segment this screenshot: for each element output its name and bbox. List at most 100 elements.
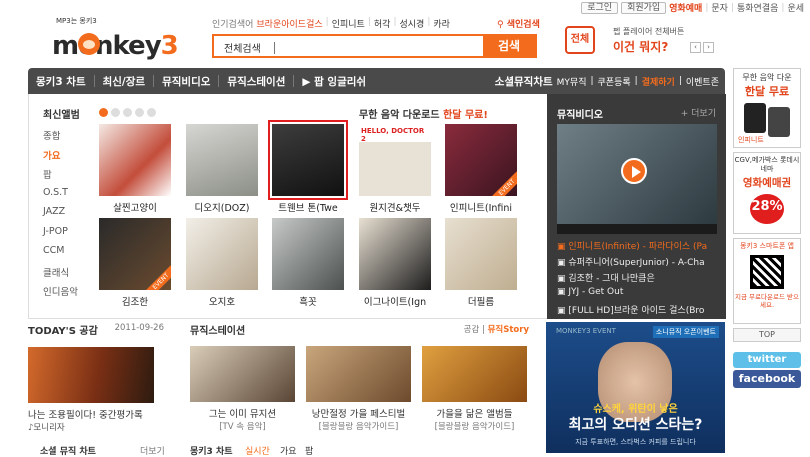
mv-list-item[interactable]: ▣ [FULL HD]브라운 아이드 걸스(Bro <box>557 303 722 319</box>
movie-ticket-ad[interactable]: CGV,메가박스 롯데시네마 영화예매권 28% <box>733 152 801 234</box>
trending-item[interactable]: 카라 <box>433 17 450 30</box>
qr-code-icon <box>750 255 784 289</box>
site-logo[interactable]: MP3는 몽키3 monkey3 <box>52 13 179 61</box>
coupon-link[interactable]: 쿠폰등록 <box>598 75 631 88</box>
event-link[interactable]: 이벤트존 <box>686 75 719 88</box>
search-input[interactable] <box>274 42 275 54</box>
album-item[interactable]: 오지호 <box>186 218 258 308</box>
fortune-link[interactable]: 운세 <box>787 1 804 14</box>
mv-title: 뮤직비디오 <box>557 110 603 121</box>
tab-empathy[interactable]: 공감 <box>464 325 480 335</box>
prev-arrow-icon[interactable]: ‹ <box>690 42 701 53</box>
genre-item[interactable]: 인디음악 <box>43 284 93 304</box>
twitter-button[interactable]: twitter <box>733 352 801 368</box>
genre-item[interactable]: 클래식 <box>43 265 93 285</box>
nav-chart[interactable]: 몽키3 차트 <box>28 74 94 89</box>
promo-line2: 이건 뭐지? <box>613 40 669 54</box>
chart-tab-pop[interactable]: 팝 <box>305 444 313 457</box>
music-station-section: 뮤직스테이션 공감 | 뮤직Story 그는 이미 뮤지션 [TV 속 음악] 낭… <box>190 322 535 432</box>
genre-item[interactable]: 종합 <box>43 128 93 148</box>
search-button[interactable]: 검색 <box>483 36 535 56</box>
logo-tagline: MP3는 몽키3 <box>56 17 97 25</box>
nav-right: 소셜뮤직차트 MY뮤직 | 쿠폰등록 | 결제하기 | 이벤트존 <box>494 74 719 89</box>
trending-item[interactable]: 성시경 <box>399 17 424 30</box>
nav-pop-english[interactable]: ▶ 팝 잉글리쉬 <box>294 74 374 89</box>
nav-musicstation[interactable]: 뮤직스테이션 <box>219 74 293 89</box>
free-month-ad[interactable]: 무한 음악 다운 한달 무료 인피니트 <box>733 68 801 148</box>
login-button[interactable]: 로그인 <box>581 1 619 14</box>
social-chart-link[interactable]: 소셜뮤직차트 <box>495 74 553 89</box>
chart-tab-realtime[interactable]: 실시간 <box>245 444 270 457</box>
discount-badge: 28% <box>750 194 784 224</box>
player-promo[interactable]: 전체 펩 플레이어 전체버튼 이건 뭐지? ‹ › <box>565 26 715 56</box>
my-music-link[interactable]: MY뮤직 <box>557 75 587 88</box>
album-item[interactable]: 트웬브 톤(Twe <box>268 120 348 214</box>
album-item[interactable]: 더필름 <box>445 218 517 308</box>
page-dot[interactable] <box>147 108 156 117</box>
album-item[interactable]: 디오지(DOZ) <box>186 124 258 214</box>
mv-more-link[interactable]: + 더보기 <box>681 106 716 119</box>
sms-link[interactable]: 문자 <box>711 1 728 14</box>
album-item[interactable]: 이그나이트(Ign <box>359 218 431 308</box>
section-title: 최신앨범 <box>43 110 80 121</box>
next-arrow-icon[interactable]: › <box>703 42 714 53</box>
facebook-button[interactable]: facebook <box>733 370 801 388</box>
genre-list: 최신앨범 종합 가요 팝 O.S.T JAZZ J-POP CCM 클래식 인디… <box>43 106 93 304</box>
nav-musicvideo[interactable]: 뮤직비디오 <box>154 74 218 89</box>
album-item[interactable]: 살찐고양이 <box>99 124 171 214</box>
payment-link[interactable]: 결제하기 <box>642 75 675 88</box>
mv-list-item[interactable]: ▣ JYJ - Get Out <box>557 287 722 303</box>
top-button[interactable]: TOP <box>733 328 801 342</box>
search-scope-select[interactable]: 전체검색 <box>224 40 261 55</box>
genre-item[interactable]: CCM <box>43 245 93 265</box>
video-player[interactable] <box>557 124 717 224</box>
ms-item[interactable]: 그는 이미 뮤지션 [TV 속 음악] <box>190 346 295 432</box>
genre-item[interactable]: JAZZ <box>43 206 93 226</box>
smartphone-app-ad[interactable]: 몽키3 스마트폰 앱 지금 무료다운로드 받으세요. <box>733 238 801 324</box>
latest-albums-section: 최신앨범 종합 가요 팝 O.S.T JAZZ J-POP CCM 클래식 인디… <box>28 94 726 319</box>
monkey-face-icon <box>78 33 100 55</box>
play-icon[interactable] <box>621 158 647 184</box>
main-nav: 몽키3 차트 최신/장르 뮤직비디오 뮤직스테이션 ▶ 팝 잉글리쉬 소셜뮤직차… <box>28 68 725 94</box>
genre-item[interactable]: J-POP <box>43 226 93 246</box>
trending-item[interactable]: 허각 <box>374 17 391 30</box>
join-button[interactable]: 회원가입 <box>621 1 667 14</box>
album-item[interactable]: HELLO, DOCTOR 2 원지견&챗두 <box>359 124 431 214</box>
today-date: 2011-09-26 <box>114 323 164 333</box>
tab-story[interactable]: 뮤직Story <box>488 325 529 335</box>
phone-image <box>744 103 766 133</box>
mv-list-item[interactable]: ▣ 인피니트(Infinite) - 파라다이스 (Pa <box>557 239 722 255</box>
trending-item[interactable]: 브라운아이드걸스 <box>256 17 322 30</box>
album-item[interactable]: EVENT 김조한 <box>99 218 171 308</box>
page-dot[interactable] <box>123 108 132 117</box>
album-item[interactable]: EVENT 인피니트(Infini <box>445 124 517 214</box>
free-download-banner[interactable]: 무한 음악 다운로드 한달 무료! <box>359 106 488 121</box>
mv-list-item[interactable]: ▣ 슈퍼주니어(SuperJunior) - A-Cha <box>557 255 722 271</box>
page-dot[interactable] <box>111 108 120 117</box>
trending-item[interactable]: 인피니트 <box>332 17 365 30</box>
chart-tab-kpop[interactable]: 가요 <box>280 444 297 457</box>
event-banner[interactable]: MONKEY3 EVENT 소니뮤직 오픈이벤트 슈스케, 위탄이 낳은 최고의… <box>546 322 725 453</box>
full-button-icon: 전체 <box>565 26 595 54</box>
social-chart-title: 소셜 뮤직 차트 <box>40 447 96 457</box>
video-controls[interactable] <box>557 224 717 234</box>
page-dot[interactable] <box>135 108 144 117</box>
social-chart-more[interactable]: 더보기 <box>140 444 165 457</box>
page-dot[interactable] <box>99 108 108 117</box>
genre-item[interactable]: 가요 <box>43 148 93 168</box>
color-search-link[interactable]: ⚲ 색인검색 <box>497 17 540 30</box>
ms-tabs: 공감 | 뮤직Story <box>463 325 529 335</box>
today-caption[interactable]: 나는 조용필이다! 중간평가록 <box>28 407 178 421</box>
album-item[interactable]: 흑꼿 <box>272 218 344 308</box>
search-box: 전체검색 검색 <box>212 34 537 58</box>
ringtone-link[interactable]: 통화연결음 <box>737 1 778 14</box>
genre-item[interactable]: O.S.T <box>43 187 93 207</box>
today-image[interactable] <box>28 347 154 403</box>
nav-latest[interactable]: 최신/장르 <box>95 74 153 89</box>
movie-link[interactable]: 영화예매 <box>669 1 702 14</box>
mv-list-item[interactable]: ▣ 김조한 - 그대 나만큼은 <box>557 271 722 287</box>
ms-item[interactable]: 낭만절정 가을 페스티벌 [블랑블랑 음악가이드] <box>306 346 411 432</box>
page-dots <box>99 108 156 117</box>
genre-item[interactable]: 팝 <box>43 167 93 187</box>
ms-item[interactable]: 가을을 닮은 앨범들 [블랑블랑 음악가이드] <box>422 346 527 432</box>
